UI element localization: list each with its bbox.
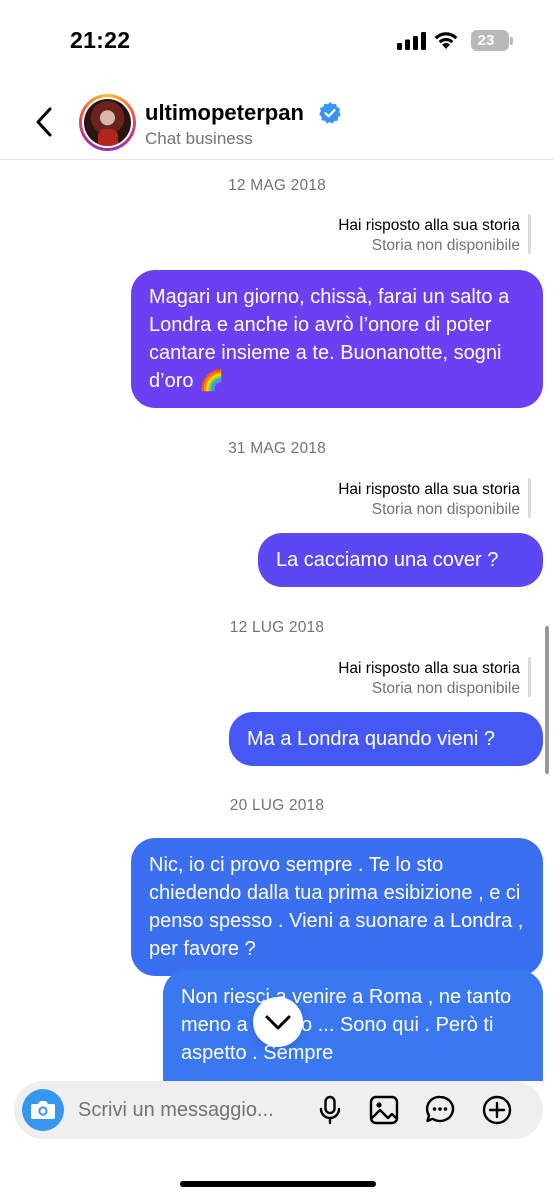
sticker-icon[interactable] [424,1094,456,1126]
date-separator: 20 LUG 2018 [229,797,325,814]
verified-icon [319,102,341,124]
avatar[interactable] [79,94,136,151]
reply-indicator-bar [528,214,531,254]
status-time: 21:22 [70,27,131,53]
battery-tip [510,37,513,45]
story-reply-title: Hai risposto alla sua storia [338,481,520,498]
date-separator: 31 MAG 2018 [228,440,326,457]
message-composer [14,1081,543,1139]
story-reply-title: Hai risposto alla sua storia [338,217,520,234]
image-icon[interactable] [368,1094,400,1126]
story-reply-status: Storia non disponibile [371,680,520,697]
story-reply-status: Storia non disponibile [371,237,520,254]
home-indicator [180,1181,376,1187]
story-reply-note: Hai risposto alla sua storia Storia non … [338,216,520,256]
message-bubble[interactable]: La cacciamo una cover ? [258,533,543,587]
back-icon[interactable] [30,104,60,140]
message-bubble[interactable]: Nic, io ci provo sempre . Te lo sto chie… [131,838,543,976]
battery-level: 23 [477,32,495,49]
camera-icon [31,1101,55,1119]
message-input[interactable] [78,1096,318,1124]
message-bubble[interactable]: Non riesci a venire a Roma , ne tanto me… [163,970,543,1081]
avatar-image [84,99,131,146]
message-list[interactable]: 12 MAG 2018 Hai risposto alla sua storia… [0,161,554,1081]
status-bar: 21:22 23 [0,0,554,86]
date-separator: 12 LUG 2018 [229,619,325,636]
battery-indicator: 23 [471,30,509,51]
chat-header: ultimopeterpan Chat business [0,86,554,160]
story-reply-status: Storia non disponibile [371,501,520,518]
chevron-down-icon [265,1015,291,1030]
wifi-icon [434,32,458,49]
story-reply-note: Hai risposto alla sua storia Storia non … [338,480,520,520]
scrollbar-thumb[interactable] [545,626,549,774]
story-reply-title: Hai risposto alla sua storia [338,660,520,677]
microphone-icon[interactable] [314,1094,346,1126]
message-bubble[interactable]: Ma a Londra quando vieni ? [229,712,543,766]
reply-indicator-bar [528,657,531,697]
scroll-to-bottom-button[interactable] [253,997,303,1047]
camera-button[interactable] [22,1089,64,1131]
username[interactable]: ultimopeterpan [145,100,304,126]
story-reply-note: Hai risposto alla sua storia Storia non … [338,659,520,699]
reply-indicator-bar [528,478,531,518]
signal-icon [397,32,426,50]
plus-circle-icon[interactable] [481,1094,513,1126]
date-separator: 12 MAG 2018 [228,177,326,194]
chat-subtitle: Chat business [145,129,253,148]
message-bubble[interactable]: Magari un giorno, chissà, farai un salto… [131,270,543,408]
